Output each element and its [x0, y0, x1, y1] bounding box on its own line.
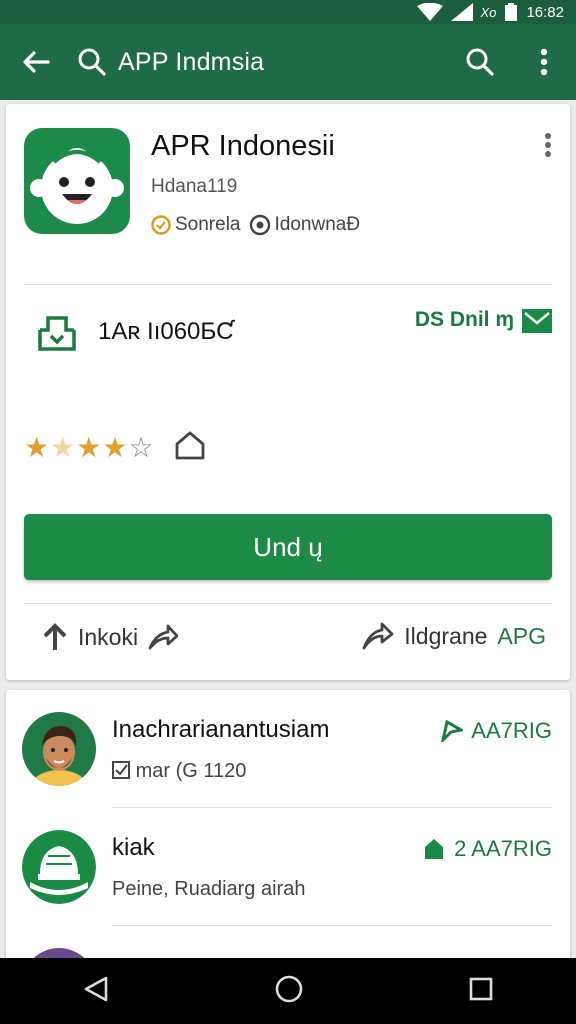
nav-home-button[interactable]	[275, 975, 303, 1008]
search-button[interactable]	[448, 24, 512, 100]
wishlist-icon	[175, 431, 204, 460]
up-arrow-icon	[43, 623, 67, 650]
action-left-label: Inkoki	[78, 623, 139, 650]
checkbox-icon	[112, 761, 130, 779]
app-detail-card: APR Indonesii Hdana119 Sonrela IdonwnaÐ …	[6, 104, 570, 680]
action-right-label: Ildgrane	[404, 622, 488, 649]
wifi-icon	[416, 3, 443, 21]
system-nav-bar	[0, 958, 576, 1024]
divider	[24, 284, 552, 285]
download-icon	[36, 312, 78, 357]
rating-stars: ★ ★ ★ ★ ☆	[24, 430, 207, 465]
list-item-title: Inachrarianantusiam	[112, 716, 330, 743]
nav-home-icon	[275, 975, 303, 1002]
share-icon	[148, 624, 179, 650]
list-item-title: kiak	[112, 834, 155, 861]
search-icon	[466, 48, 494, 76]
more-vert-icon	[545, 133, 551, 157]
star-icon: ★	[24, 431, 50, 463]
meta-left: Sonrela	[175, 214, 241, 235]
download-count: 1Aʀ Iı060ƂƇ	[98, 318, 234, 345]
info-icon	[249, 214, 270, 236]
app-bar: APP Indmsia	[0, 24, 576, 100]
signal-icon	[450, 3, 473, 21]
related-apps-card: Inachrarianantusiam mar (G 1120 AA7RIG k…	[6, 690, 570, 970]
clock: 16:82	[526, 3, 564, 21]
back-arrow-icon	[23, 51, 50, 73]
mail-icon[interactable]	[522, 309, 552, 338]
back-button[interactable]	[0, 24, 72, 100]
app-icon[interactable]	[24, 128, 130, 234]
search-query[interactable]: APP Indmsia	[118, 48, 448, 77]
ds-label[interactable]: DS Dnil ɱ	[415, 308, 514, 332]
battery-icon	[505, 3, 518, 21]
network-label: Xo	[480, 4, 497, 20]
star-icon: ★	[50, 431, 76, 463]
app-name: APR Indonesii	[151, 130, 335, 162]
mascot-face-icon	[30, 148, 124, 224]
star-icon: ★	[102, 431, 128, 463]
divider	[24, 603, 552, 604]
badge-icon	[151, 215, 171, 235]
list-item-badge: 2 AA7RIG	[422, 836, 552, 862]
install-button[interactable]: Und ų	[24, 514, 552, 580]
share-icon	[362, 622, 394, 650]
mosque-logo	[22, 830, 96, 904]
star-icon: ★	[76, 431, 102, 463]
card-overflow-button[interactable]	[544, 132, 552, 163]
wishlist-button[interactable]	[173, 430, 207, 465]
action-left[interactable]: Inkoki	[42, 622, 179, 652]
list-item-subtitle: Peine, Ruadiarg airah	[112, 878, 306, 900]
developer-name[interactable]: Hdana119	[151, 176, 237, 198]
award-icon	[441, 720, 464, 742]
status-bar: Xo 16:82	[0, 0, 576, 24]
bag-icon	[425, 839, 444, 859]
action-right-accent: APG	[497, 622, 546, 649]
search-icon	[78, 48, 106, 76]
nav-recents-button[interactable]	[469, 977, 493, 1006]
app-meta: Sonrela IdonwnaÐ	[151, 214, 360, 236]
list-item[interactable]: Inachrarianantusiam mar (G 1120 AA7RIG	[6, 690, 570, 808]
nav-recents-icon	[469, 977, 493, 1000]
nav-back-icon	[84, 976, 108, 1001]
avatar	[22, 712, 96, 786]
overflow-menu-button[interactable]	[512, 24, 576, 100]
meta-right: IdonwnaÐ	[274, 214, 361, 235]
star-icon: ☆	[128, 431, 154, 463]
list-item[interactable]: kiak Peine, Ruadiarg airah 2 AA7RIG	[6, 808, 570, 926]
list-item-subtitle: mar (G 1120	[112, 760, 246, 783]
more-vert-icon	[540, 48, 548, 76]
search-field-icon-wrap[interactable]	[72, 47, 112, 77]
action-right[interactable]: Ildgrane APG	[362, 622, 546, 650]
nav-back-button[interactable]	[83, 975, 109, 1008]
list-item-badge: AA7RIG	[441, 718, 552, 744]
